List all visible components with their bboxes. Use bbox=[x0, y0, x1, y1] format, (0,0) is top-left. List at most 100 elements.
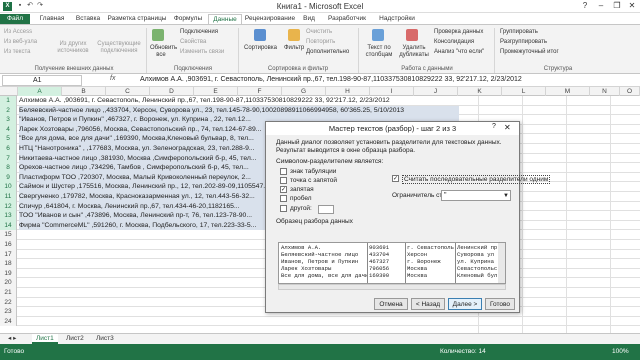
properties-button[interactable]: Свойства bbox=[180, 39, 206, 46]
row-header[interactable]: 20 bbox=[0, 278, 17, 288]
from-text-button[interactable]: Из текста bbox=[4, 49, 30, 56]
select-all-corner[interactable] bbox=[0, 87, 18, 96]
qualifier-select[interactable]: " ▼ bbox=[441, 190, 511, 201]
column-header[interactable]: K bbox=[458, 87, 502, 96]
refresh-all-button[interactable]: Обновить все bbox=[150, 45, 177, 59]
column-header[interactable]: J bbox=[414, 87, 458, 96]
data-validation-button[interactable]: Проверка данных bbox=[434, 29, 483, 36]
sheet-tab[interactable]: Лист3 bbox=[92, 334, 118, 344]
data-preview[interactable]: Алхимов А.А. Беляевский-частное лицо Ивано… bbox=[278, 242, 506, 284]
tab-page-layout[interactable]: Разметка страницы bbox=[106, 14, 168, 24]
other-checkbox[interactable] bbox=[280, 205, 287, 212]
consolidate-button[interactable]: Консолидация bbox=[434, 39, 474, 46]
from-web-button[interactable]: Из веб-узла bbox=[4, 39, 37, 46]
sort-button[interactable]: Сортировка bbox=[244, 45, 277, 52]
edit-links-button[interactable]: Изменить связи bbox=[180, 49, 224, 56]
sheet-tab[interactable]: Лист2 bbox=[62, 334, 88, 344]
other-sources-button[interactable]: Из других источников bbox=[52, 41, 94, 55]
tab-insert[interactable]: Вставка bbox=[72, 14, 104, 24]
row-header[interactable]: 9 bbox=[0, 172, 17, 183]
row-header[interactable]: 21 bbox=[0, 288, 17, 298]
advanced-button[interactable]: Дополнительно bbox=[306, 49, 349, 56]
row-header[interactable]: 23 bbox=[0, 307, 17, 317]
help-icon[interactable]: ? bbox=[578, 1, 592, 11]
close-icon[interactable]: ✕ bbox=[504, 123, 511, 132]
row-header[interactable]: 10 bbox=[0, 182, 17, 192]
sheet-tab[interactable]: Лист1 bbox=[32, 334, 58, 344]
formula-input[interactable]: Алхимов А.А. ,903691, г. Севастополь, Ле… bbox=[140, 76, 522, 83]
save-icon[interactable]: ▪ bbox=[16, 2, 24, 10]
what-if-button[interactable]: Анализ "что если" bbox=[434, 49, 484, 56]
row-header[interactable]: 22 bbox=[0, 297, 17, 308]
column-header[interactable]: N bbox=[590, 87, 620, 96]
preview-hscrollbar[interactable] bbox=[278, 284, 506, 290]
cell[interactable]: Алхимов А.А. ,903691, г. Севастополь, Ле… bbox=[19, 96, 459, 106]
help-icon[interactable]: ? bbox=[492, 123, 496, 130]
ungroup-button[interactable]: Разгруппировать bbox=[500, 39, 547, 46]
semicolon-checkbox[interactable] bbox=[280, 177, 287, 184]
column-header[interactable]: E bbox=[194, 87, 238, 96]
existing-connections-button[interactable]: Существующие подключения bbox=[96, 41, 142, 55]
next-button[interactable]: Далее > bbox=[448, 298, 482, 310]
minimize-button[interactable]: – bbox=[594, 1, 608, 11]
tab-view[interactable]: Вид bbox=[298, 14, 320, 24]
preview-vscrollbar[interactable] bbox=[498, 243, 505, 283]
row-header[interactable]: 13 bbox=[0, 211, 17, 221]
row-header[interactable]: 15 bbox=[0, 230, 17, 240]
row-header[interactable]: 11 bbox=[0, 192, 17, 202]
column-header[interactable]: D bbox=[150, 87, 194, 96]
column-header[interactable]: M bbox=[546, 87, 590, 96]
fx-icon[interactable]: fx bbox=[110, 75, 115, 82]
row-header[interactable]: 14 bbox=[0, 220, 17, 231]
row-header[interactable]: 7 bbox=[0, 153, 17, 164]
row-header[interactable]: 18 bbox=[0, 259, 17, 269]
redo-icon[interactable]: ↷ bbox=[36, 2, 44, 10]
row-header[interactable]: 2 bbox=[0, 105, 17, 116]
row-header[interactable]: 12 bbox=[0, 201, 17, 212]
consecutive-checkbox[interactable]: ✓ bbox=[392, 175, 399, 182]
column-header[interactable]: C bbox=[106, 87, 150, 96]
other-separator-input[interactable] bbox=[318, 205, 334, 214]
reapply-button[interactable]: Повторить bbox=[306, 39, 335, 46]
column-header[interactable]: G bbox=[282, 87, 326, 96]
row-header[interactable]: 8 bbox=[0, 163, 17, 173]
undo-icon[interactable]: ↶ bbox=[26, 2, 34, 10]
row-header[interactable]: 16 bbox=[0, 240, 17, 250]
subtotal-button[interactable]: Промежуточный итог bbox=[500, 49, 559, 56]
tab-checkbox[interactable] bbox=[280, 168, 287, 175]
connections-button[interactable]: Подключения bbox=[180, 29, 218, 36]
row-header[interactable]: 3 bbox=[0, 115, 17, 125]
tab-developer[interactable]: Разработчик bbox=[324, 14, 370, 24]
column-header[interactable]: A bbox=[18, 87, 62, 96]
row-header[interactable]: 24 bbox=[0, 316, 17, 327]
remove-duplicates-button[interactable]: Удалить дубликаты bbox=[398, 45, 430, 59]
row-header[interactable]: 19 bbox=[0, 268, 17, 279]
row-header[interactable]: 17 bbox=[0, 249, 17, 260]
column-header[interactable]: I bbox=[370, 87, 414, 96]
column-header[interactable]: B bbox=[62, 87, 106, 96]
row-header[interactable]: 4 bbox=[0, 124, 17, 135]
clear-button[interactable]: Очистить bbox=[306, 29, 332, 36]
zoom-level[interactable]: 100% bbox=[612, 348, 629, 355]
space-checkbox[interactable] bbox=[280, 195, 287, 202]
filter-button[interactable]: Фильтр bbox=[284, 45, 304, 52]
column-header[interactable]: O bbox=[620, 87, 640, 96]
text-to-columns-button[interactable]: Текст по столбцам bbox=[362, 45, 396, 59]
cell[interactable]: Беляевский-частное лицо ,,433704, Херсон… bbox=[19, 105, 459, 116]
from-access-button[interactable]: Из Access bbox=[4, 29, 32, 36]
tab-file[interactable]: Файл bbox=[0, 14, 30, 24]
column-header[interactable]: L bbox=[502, 87, 546, 96]
tab-home[interactable]: Главная bbox=[34, 14, 70, 24]
tab-formulas[interactable]: Формулы bbox=[170, 14, 206, 24]
row-header[interactable]: 5 bbox=[0, 134, 17, 144]
name-box[interactable]: A1 bbox=[2, 75, 82, 86]
cancel-button[interactable]: Отмена bbox=[374, 298, 408, 310]
tab-data[interactable]: Данные bbox=[208, 14, 242, 24]
column-header[interactable]: H bbox=[326, 87, 370, 96]
comma-checkbox[interactable]: ✓ bbox=[280, 186, 287, 193]
tab-review[interactable]: Рецензирование bbox=[244, 14, 296, 24]
restore-button[interactable]: ❐ bbox=[610, 1, 624, 11]
back-button[interactable]: < Назад bbox=[411, 298, 445, 310]
column-header[interactable]: F bbox=[238, 87, 282, 96]
sheet-nav-icon[interactable]: ◂ ▸ bbox=[4, 334, 20, 344]
